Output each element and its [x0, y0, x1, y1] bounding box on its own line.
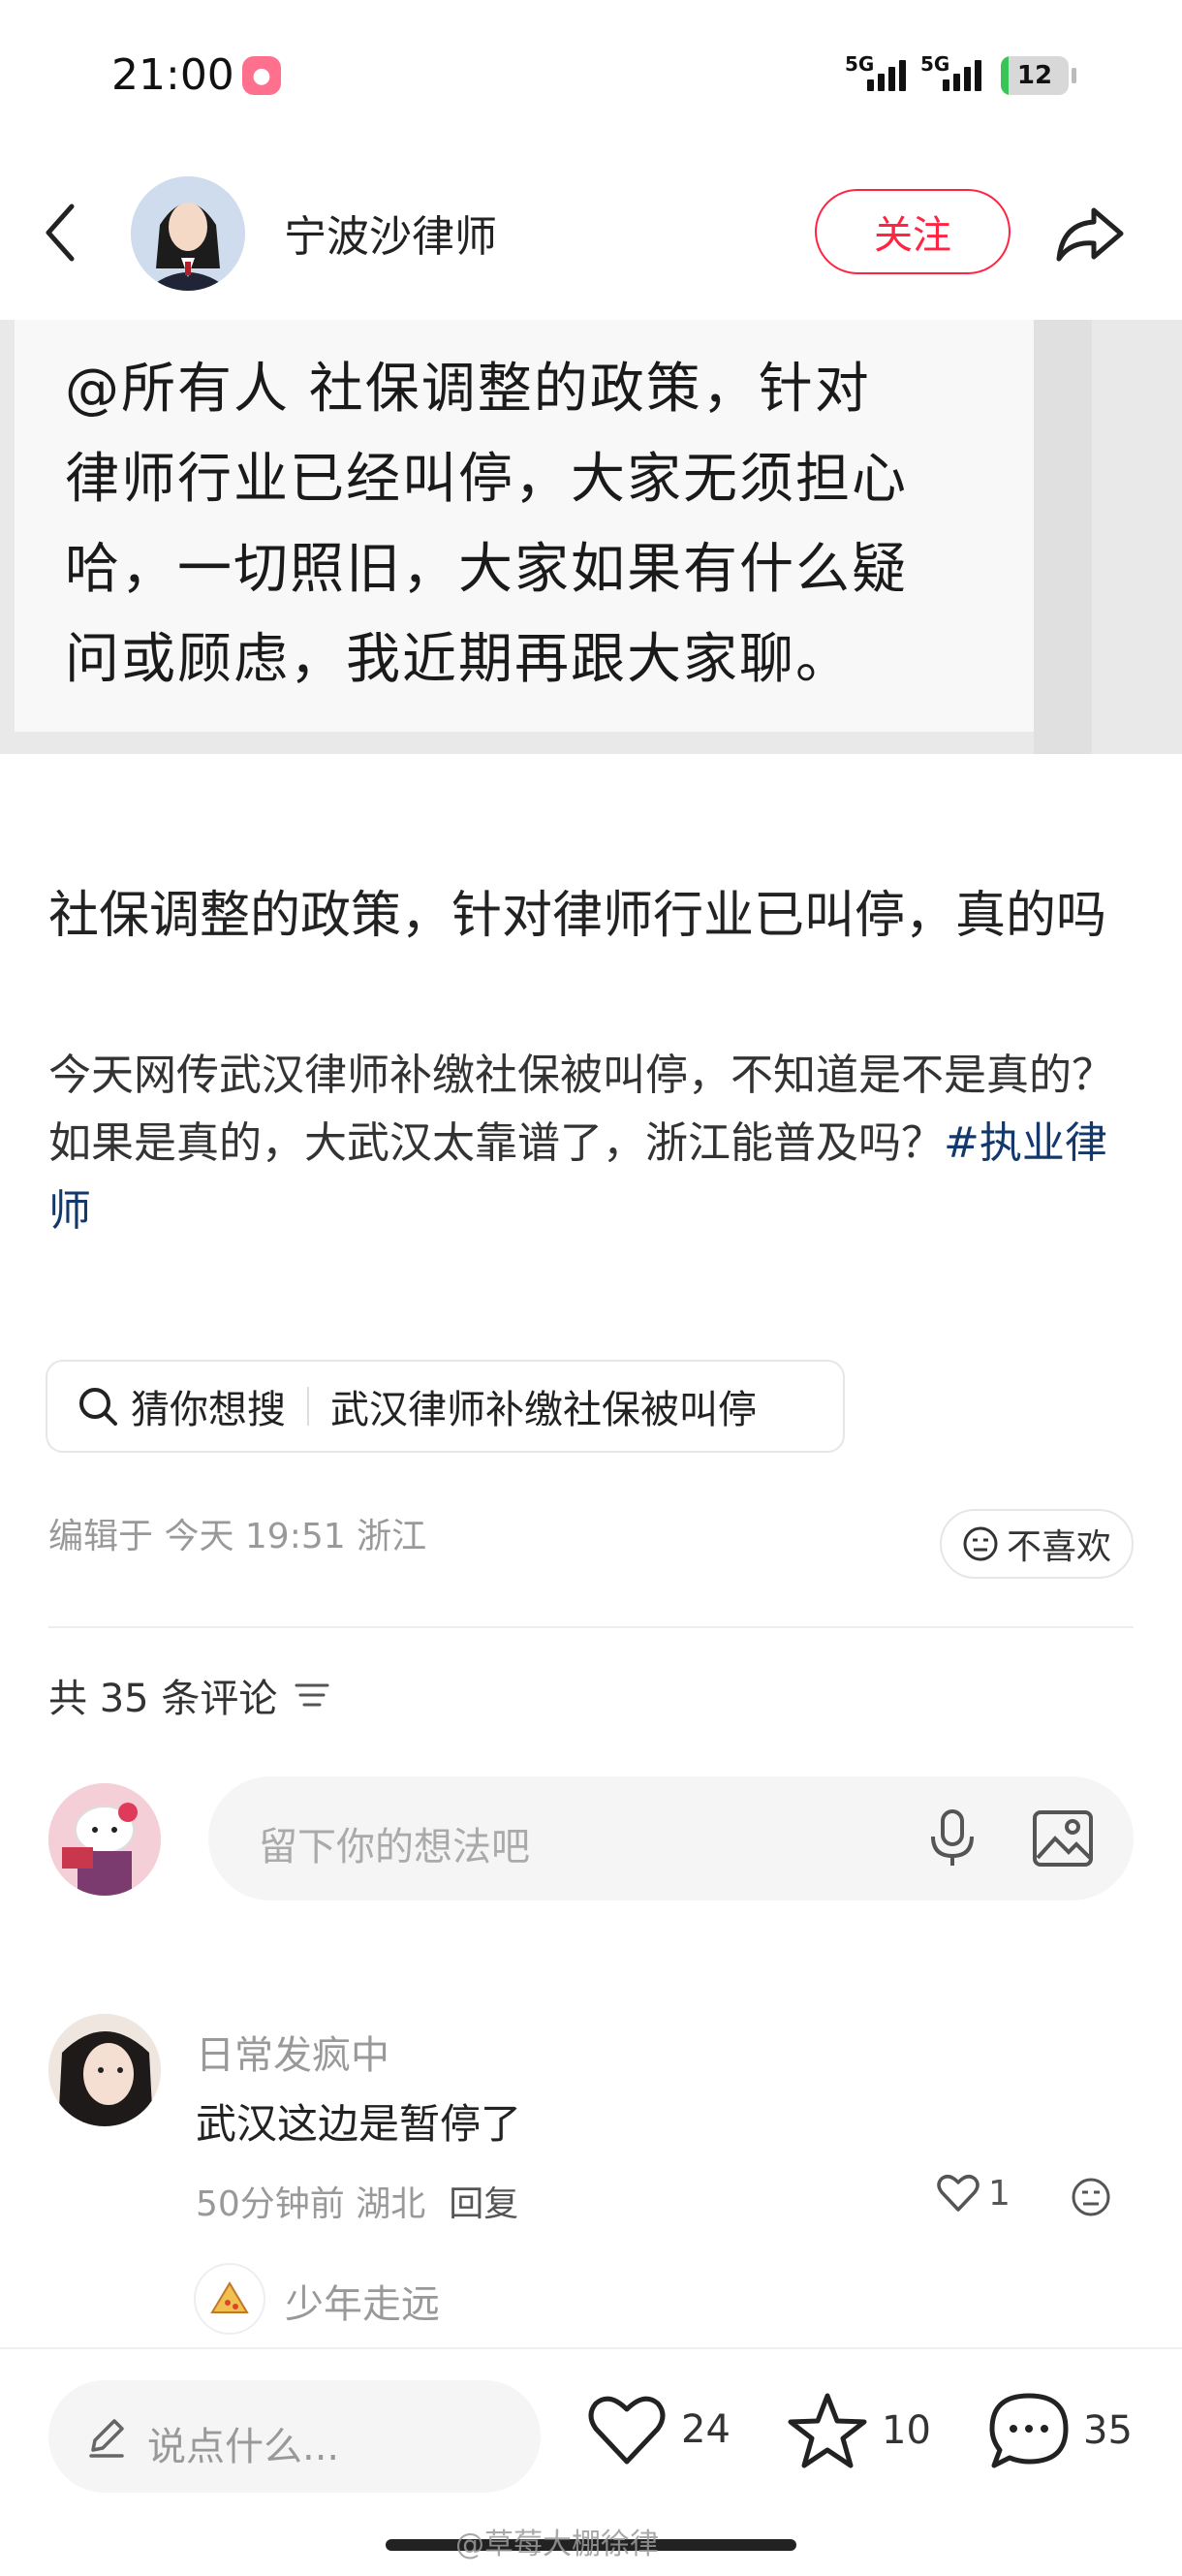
note-image-card: @所有人 社保调整的政策，针对 律师行业已经叫停，大家无须担心 哈，一切照旧，大…: [15, 320, 1034, 732]
battery-indicator: 12: [1001, 56, 1069, 95]
comment-input[interactable]: 留下你的想法吧: [208, 1776, 1134, 1901]
search-icon: [79, 1388, 117, 1426]
comment-input-placeholder: 留下你的想法吧: [259, 1825, 530, 1869]
post-body-line: 如果是真的，大武汉太靠谱了，浙江能普及吗？#执业律师: [48, 1110, 1143, 1245]
note-image[interactable]: @所有人 社保调整的政策，针对 律师行业已经叫停，大家无须担心 哈，一切照旧，大…: [0, 320, 1182, 754]
post-body-text: 如果是真的，大武汉太靠谱了，浙江能普及吗？: [48, 1118, 944, 1168]
back-icon[interactable]: [39, 199, 87, 267]
section-divider: [48, 1626, 1134, 1628]
current-user-avatar: [48, 1783, 161, 1896]
share-icon[interactable]: [1051, 199, 1129, 267]
heart-icon: [588, 2396, 666, 2465]
mic-icon[interactable]: [925, 1807, 980, 1869]
comment-like-button[interactable]: 1: [936, 2173, 1011, 2214]
battery-level: 12: [1016, 61, 1053, 90]
like-button[interactable]: 24: [586, 2392, 731, 2467]
say-something-placeholder: 说点什么...: [147, 2425, 340, 2469]
comment-like-count: 1: [988, 2173, 1011, 2214]
collect-count: 10: [882, 2408, 931, 2453]
comment-bubble-icon: [989, 2393, 1069, 2468]
edited-meta: 编辑于 今天 19:51 浙江: [48, 1517, 427, 1556]
like-count: 24: [681, 2407, 731, 2452]
post-body: 今天网传武汉律师补缴社保被叫停，不知道是不是真的？ 如果是真的，大武汉太靠谱了，…: [48, 1042, 1143, 1245]
note-image-edge: [1034, 320, 1092, 754]
star-icon: [788, 2393, 867, 2468]
note-image-line: 问或顾虑，我近期再跟大家聊。: [65, 628, 852, 691]
signal-bars-2-icon: [943, 58, 981, 91]
heart-icon: [937, 2175, 980, 2212]
commenter-avatar[interactable]: [48, 2014, 161, 2126]
note-image-line: 哈，一切照旧，大家如果有什么疑: [65, 538, 908, 601]
suggested-search-label: 猜你想搜: [131, 1388, 286, 1432]
post-body-line: 今天网传武汉律师补缴社保被叫停，不知道是不是真的？: [48, 1051, 1114, 1100]
note-image-text: @所有人 社保调整的政策，针对 律师行业已经叫停，大家无须担心 哈，一切照旧，大…: [65, 344, 1014, 705]
author-avatar[interactable]: [131, 176, 245, 291]
comment-total: 35: [1083, 2408, 1133, 2453]
dislike-label: 不喜欢: [1006, 1527, 1111, 1567]
comment-count: 共 35 条评论: [48, 1667, 331, 1723]
status-time: 21:00: [111, 50, 234, 100]
say-something-input[interactable]: 说点什么...: [48, 2380, 541, 2493]
comment-time-location: 50分钟前 湖北: [196, 2184, 426, 2224]
suggested-search-chip[interactable]: 猜你想搜 武汉律师补缴社保被叫停: [46, 1360, 845, 1453]
reaction-face-icon[interactable]: [1070, 2176, 1112, 2218]
reply-commenter-name[interactable]: 少年走远: [285, 2273, 440, 2329]
collect-button[interactable]: 10: [787, 2392, 931, 2469]
follow-button[interactable]: 关注: [815, 189, 1011, 274]
reply-button[interactable]: 回复: [449, 2184, 518, 2224]
pizza-icon: [210, 2281, 249, 2313]
pen-icon: [89, 2419, 124, 2458]
comment-count-label: 共 35 条评论: [48, 1677, 278, 1721]
comment-text: 武汉这边是暂停了: [196, 2100, 522, 2148]
dislike-button[interactable]: 不喜欢: [940, 1509, 1134, 1579]
chip-divider: [307, 1387, 309, 1426]
author-name[interactable]: 宁波沙律师: [284, 202, 497, 264]
comment-meta: 50分钟前 湖北 回复: [196, 2176, 518, 2226]
watermark: @草莓大棚徐律: [455, 2528, 659, 2561]
post-title: 社保调整的政策，针对律师行业已叫停，真的吗: [48, 887, 1107, 945]
image-icon[interactable]: [1032, 1809, 1094, 1868]
comment-button[interactable]: 35: [988, 2392, 1133, 2469]
reply-commenter-avatar[interactable]: [194, 2263, 265, 2335]
notification-app-icon: ●: [242, 56, 281, 95]
filter-icon[interactable]: [293, 1678, 331, 1712]
suggested-search-query: 武汉律师补缴社保被叫停: [330, 1388, 757, 1432]
dislike-face-icon: [963, 1526, 998, 1561]
signal-bars-1-icon: [867, 58, 906, 91]
note-image-line: 律师行业已经叫停，大家无须担心: [65, 448, 908, 511]
commenter-name[interactable]: 日常发疯中: [196, 2024, 389, 2080]
note-image-line: @所有人 社保调整的政策，针对: [65, 358, 871, 421]
battery-cap: [1072, 68, 1076, 83]
